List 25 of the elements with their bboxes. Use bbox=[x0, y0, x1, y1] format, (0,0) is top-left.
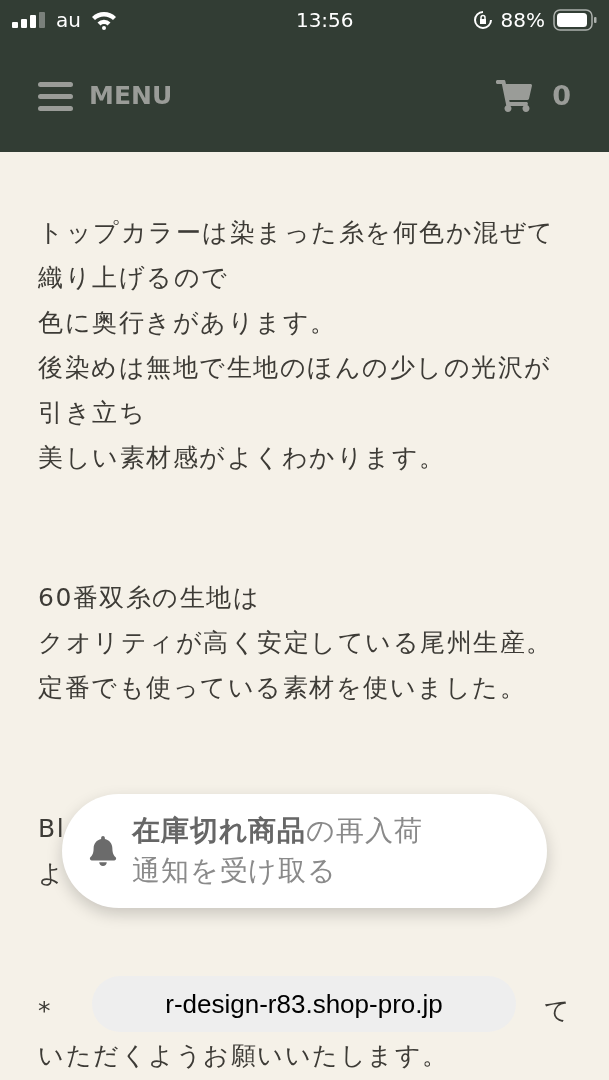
wifi-icon bbox=[90, 10, 117, 30]
battery-icon bbox=[553, 9, 597, 31]
body-text: トップカラーは染まった糸を何色か混ぜて織り上げるので bbox=[38, 217, 556, 294]
carrier-text: au bbox=[56, 7, 81, 34]
url-bar[interactable]: r-design-r83.shop-pro.jp bbox=[92, 976, 516, 1032]
cart-button[interactable]: 0 bbox=[496, 75, 571, 117]
body-text: 美しい素材感がよくわかります。 bbox=[38, 442, 446, 474]
battery-text: 88% bbox=[500, 7, 545, 34]
body-text: て bbox=[543, 995, 571, 1027]
restock-text: 在庫切れ商品の再入荷 通知を受け取る bbox=[132, 813, 423, 889]
body-text: クオリティが高く安定している尾州生産。 bbox=[38, 627, 553, 659]
body-text: * bbox=[38, 995, 52, 1027]
menu-button[interactable]: MENU bbox=[38, 77, 173, 115]
rotation-lock-icon bbox=[472, 10, 493, 30]
body-text: 後染めは無地で生地のほんの少しの光沢が引き立ち bbox=[38, 352, 553, 429]
body-text: 60番双糸の生地は bbox=[38, 582, 261, 614]
clock-text: 13:56 bbox=[295, 7, 354, 34]
bell-icon bbox=[88, 836, 118, 866]
cart-icon bbox=[496, 78, 533, 114]
body-text: 色に奥行きがあります。 bbox=[38, 307, 337, 339]
signal-icon bbox=[12, 12, 46, 28]
restock-popup[interactable]: 在庫切れ商品の再入荷 通知を受け取る bbox=[62, 794, 547, 908]
menu-icon bbox=[38, 81, 73, 111]
body-text: 定番でも使っている素材を使いました。 bbox=[38, 672, 526, 704]
body-text: いただくようお願いいたします。 bbox=[38, 1040, 449, 1072]
